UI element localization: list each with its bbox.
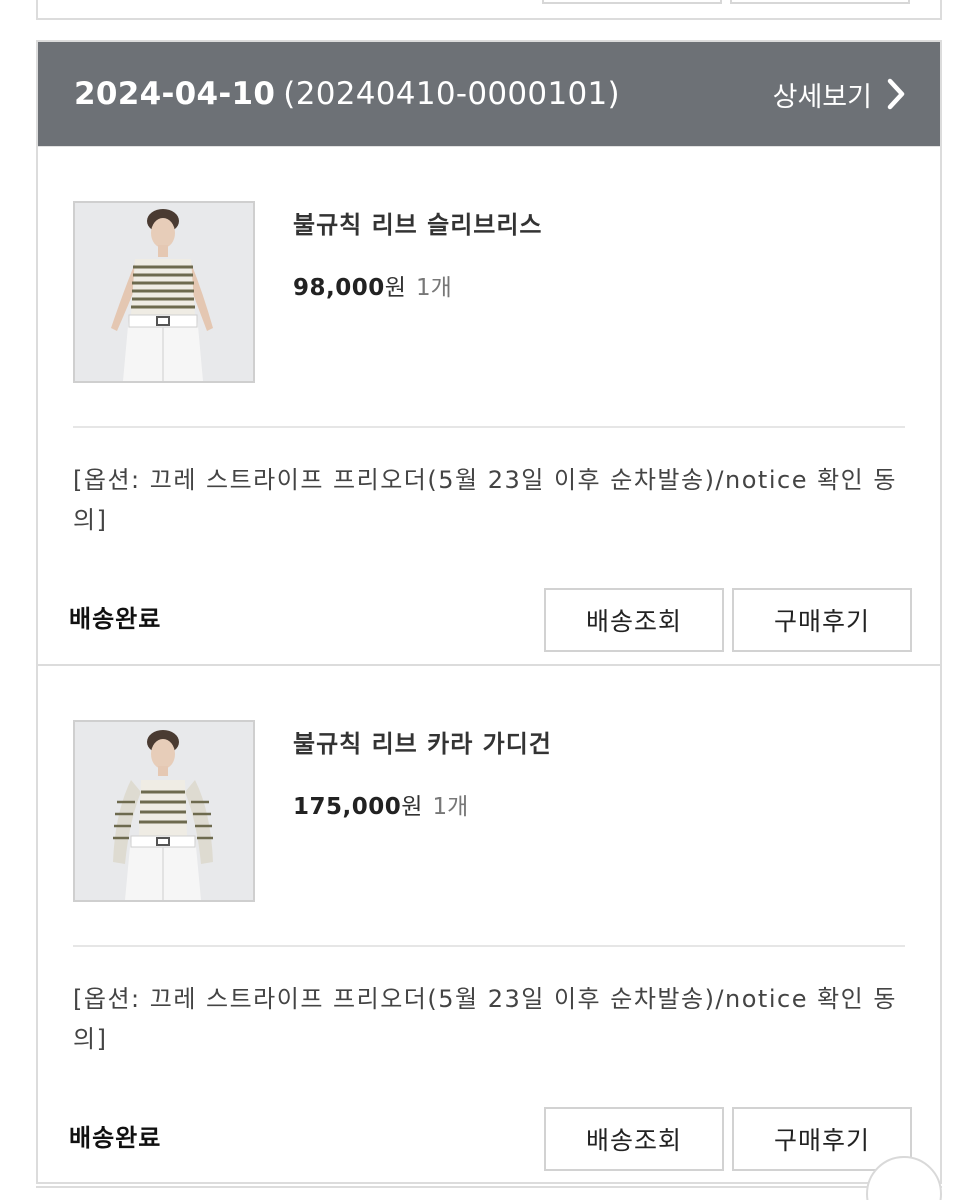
order-item: 불규칙 리브 카라 가디건 175,000원 1개 [옵션: 끄레 스트라이프 프…: [38, 664, 940, 1182]
product-image: [75, 722, 253, 900]
product-name[interactable]: 불규칙 리브 슬리브리스: [293, 205, 543, 240]
product-option: [옵션: 끄레 스트라이프 프리오더(5월 23일 이후 순차발송)/notic…: [73, 466, 897, 534]
order-item: 불규칙 리브 슬리브리스 98,000원 1개 [옵션: 끄레 스트라이프 프리오…: [38, 146, 940, 664]
product-price: 175,000원 1개: [293, 787, 468, 821]
order-title: 2024-04-10 (20240410-0000101): [74, 76, 620, 112]
track-delivery-button[interactable]: 배송조회: [544, 1107, 724, 1171]
card-bottom-border: [36, 1186, 942, 1188]
previous-review-button[interactable]: [730, 0, 910, 4]
write-review-button[interactable]: 구매후기: [732, 588, 912, 652]
product-quantity: 1개: [432, 794, 469, 820]
item-divider: [73, 945, 905, 947]
delivery-status: 배송완료: [69, 1124, 162, 1152]
track-delivery-button[interactable]: 배송조회: [544, 588, 724, 652]
previous-track-button[interactable]: [542, 0, 722, 4]
order-header: 2024-04-10 (20240410-0000101) 상세보기: [38, 42, 940, 146]
product-name[interactable]: 불규칙 리브 카라 가디건: [293, 724, 552, 759]
product-price: 98,000원 1개: [293, 268, 452, 302]
product-quantity: 1개: [415, 275, 452, 301]
chevron-right-icon: [887, 78, 905, 110]
price-currency: 원: [401, 794, 423, 820]
delivery-status: 배송완료: [69, 605, 162, 633]
detail-link[interactable]: 상세보기: [773, 75, 906, 114]
item-divider: [73, 426, 905, 428]
price-amount: 175,000: [293, 794, 402, 820]
price-amount: 98,000: [293, 275, 385, 301]
order-card: 2024-04-10 (20240410-0000101) 상세보기 불규칙 리…: [36, 40, 942, 1184]
order-number: (20240410-0000101): [283, 76, 620, 112]
product-thumbnail[interactable]: [73, 201, 255, 383]
detail-link-label: 상세보기: [772, 81, 872, 113]
product-image: [75, 203, 253, 381]
order-date: 2024-04-10: [74, 76, 276, 112]
product-thumbnail[interactable]: [73, 720, 255, 902]
product-option: [옵션: 끄레 스트라이프 프리오더(5월 23일 이후 순차발송)/notic…: [73, 985, 897, 1053]
order-history-page: 2024-04-10 (20240410-0000101) 상세보기 불규칙 리…: [0, 0, 979, 1200]
price-currency: 원: [384, 275, 406, 301]
